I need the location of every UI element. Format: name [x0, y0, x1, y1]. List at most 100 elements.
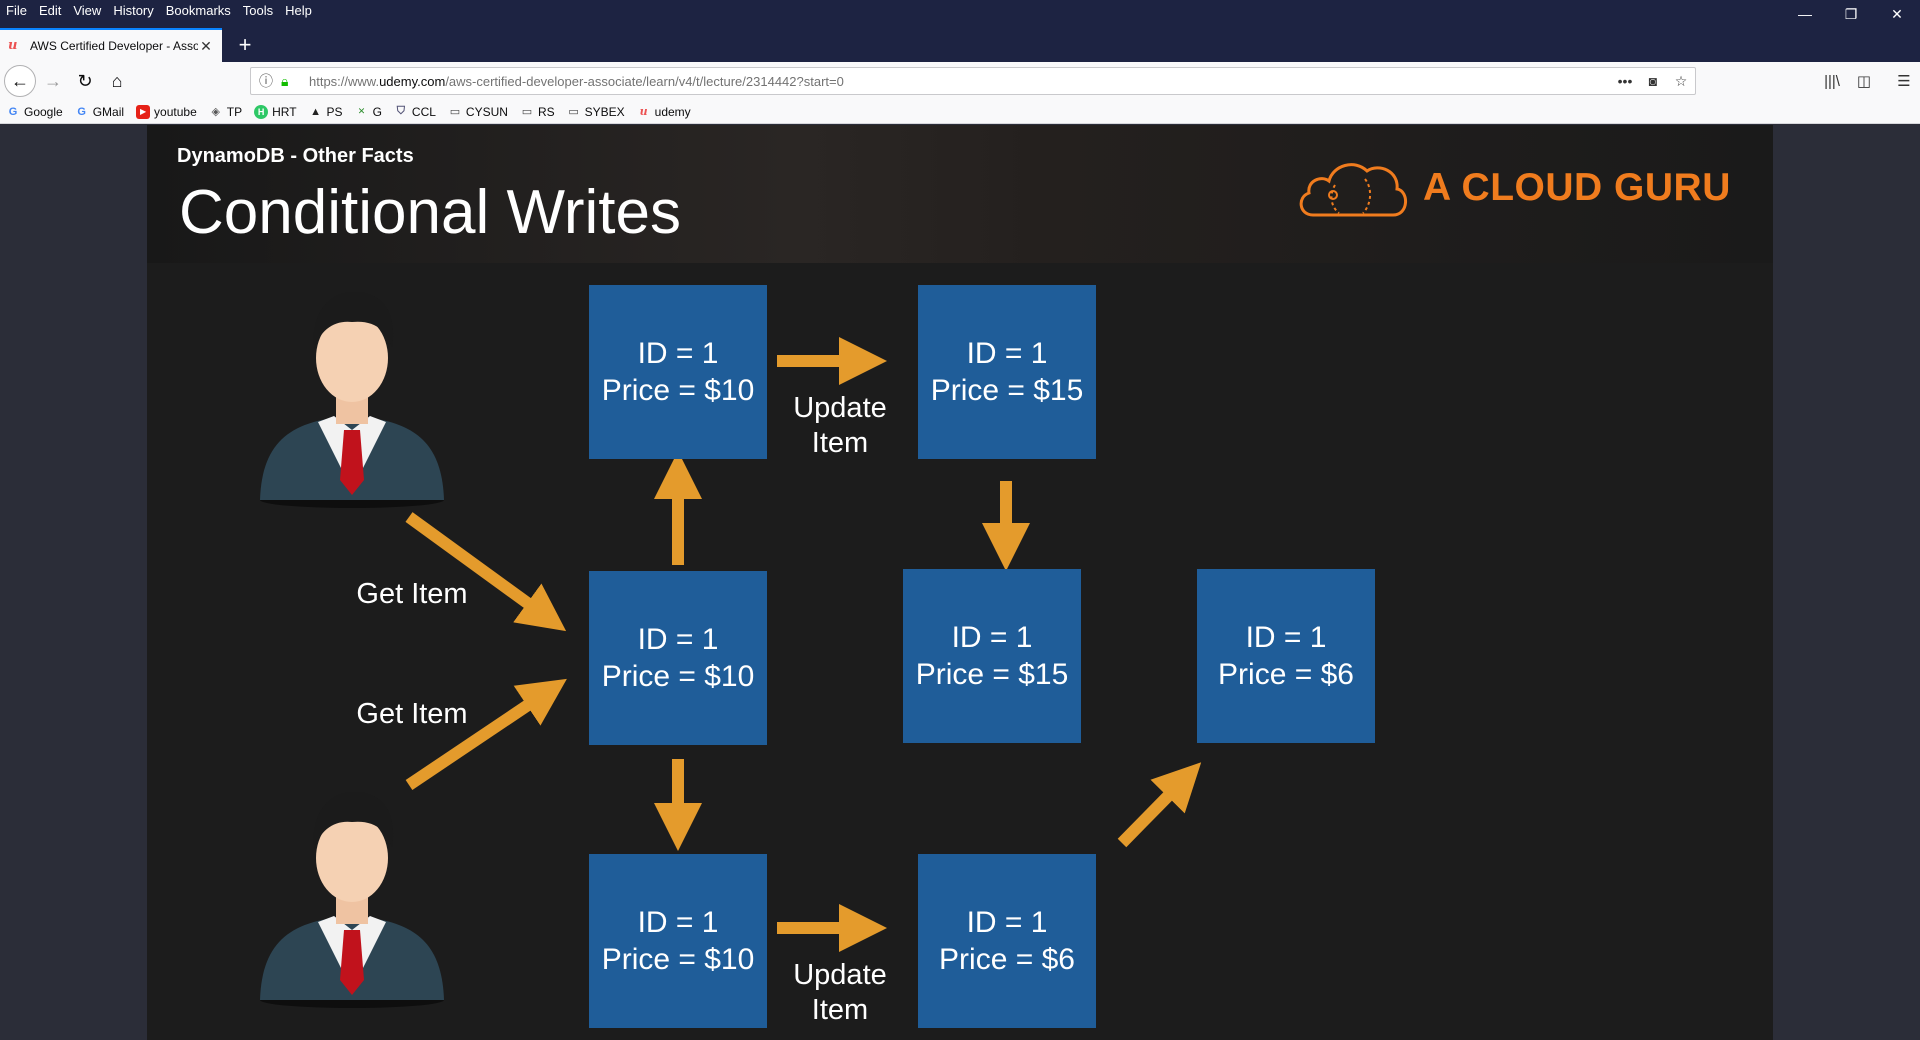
bookmark-label: TP: [226, 104, 243, 119]
item-price: Price = $10: [601, 660, 755, 693]
hamburger-menu-icon[interactable]: ☰: [1888, 66, 1920, 96]
udemy-icon: u: [8, 38, 18, 53]
youtube-icon: ▶: [136, 104, 151, 119]
g-icon: ✕: [357, 106, 366, 116]
update-label-line: Update: [793, 959, 887, 991]
menu-file[interactable]: File: [0, 0, 33, 22]
url-domain: udemy.com: [379, 73, 446, 89]
item-price: Price = $6: [939, 943, 1075, 976]
bookmark-rs[interactable]: ▭ RS: [514, 100, 561, 124]
menu-help[interactable]: Help: [279, 0, 318, 22]
page-actions-icon[interactable]: •••: [1611, 73, 1639, 89]
person-icon: [260, 291, 444, 508]
item-price: Price = $15: [915, 658, 1069, 691]
udemy-icon: u: [639, 105, 648, 118]
lock-icon: 🔒︎: [281, 72, 289, 89]
url-prefix: https://www.: [309, 73, 380, 89]
bookmark-udemy[interactable]: u udemy: [631, 100, 697, 124]
item-box-mid-center: ID = 1 Price = $15: [903, 569, 1081, 743]
bookmark-label: RS: [537, 104, 555, 119]
item-price: Price = $15: [930, 374, 1084, 407]
bookmark-hrt[interactable]: H HRT: [248, 100, 302, 124]
item-box-top-right: ID = 1 Price = $15: [918, 285, 1096, 459]
item-box-mid-right: ID = 1 Price = $6: [1197, 569, 1375, 743]
get-item-label-1: Get Item: [356, 578, 468, 610]
shield-icon: ⛉: [396, 105, 406, 117]
bookmark-label: CCL: [411, 104, 436, 119]
menu-edit[interactable]: Edit: [33, 0, 67, 22]
navigation-bar: ← → ↻ ⌂ ⓘ 🔒︎ https://www.udemy.com/aws-c…: [0, 62, 1920, 100]
url-bar[interactable]: ⓘ 🔒︎ https://www.udemy.com/aws-certified…: [250, 67, 1696, 95]
tab-active[interactable]: u AWS Certified Developer - Asso ✕: [0, 28, 222, 62]
item-box-bottom-right: ID = 1 Price = $6: [918, 854, 1096, 1028]
bookmark-label: youtube: [154, 104, 197, 119]
star-icon[interactable]: ☆: [1667, 73, 1695, 90]
menu-view[interactable]: View: [67, 0, 107, 22]
bookmark-google[interactable]: G Google: [0, 100, 69, 124]
menu-bar: File Edit View History Bookmarks Tools H…: [0, 0, 1920, 22]
update-item-label-1: Update Item: [785, 391, 895, 461]
item-id: ID = 1: [637, 906, 719, 939]
item-box-mid-left: ID = 1 Price = $10: [589, 571, 767, 745]
pocket-icon[interactable]: ◙: [1639, 73, 1667, 89]
get-item-label-2: Get Item: [356, 698, 468, 730]
item-id: ID = 1: [637, 623, 719, 656]
bookmarks-bar: G Google G GMail ▶ youtube ◈ TP H HRT ▲ PS ✕ G …: [0, 100, 1920, 124]
folder-icon: ▭: [568, 106, 579, 118]
reload-icon[interactable]: ↻: [70, 66, 100, 96]
home-icon[interactable]: ⌂: [102, 66, 132, 96]
library-icon[interactable]: |||\: [1816, 66, 1848, 96]
tab-strip: u AWS Certified Developer - Asso ✕ +: [0, 22, 1920, 62]
item-id: ID = 1: [637, 337, 719, 370]
menu-history[interactable]: History: [107, 0, 159, 22]
bookmark-g[interactable]: ✕ G: [349, 100, 388, 124]
bookmark-sybex[interactable]: ▭ SYBEX: [561, 100, 631, 124]
forward-icon[interactable]: →: [38, 66, 68, 96]
menu-tools[interactable]: Tools: [237, 0, 279, 22]
new-tab-icon[interactable]: +: [230, 30, 260, 60]
tab-close-icon[interactable]: ✕: [198, 38, 214, 55]
info-icon[interactable]: ⓘ: [259, 71, 281, 91]
menu-bookmarks[interactable]: Bookmarks: [160, 0, 237, 22]
toolbar-right: |||\ ◫ ☰: [1816, 66, 1920, 96]
person-icon: [260, 791, 444, 1008]
video-slide[interactable]: DynamoDB - Other Facts Conditional Write…: [147, 125, 1773, 1040]
arrow-diagonal-up: [1117, 762, 1202, 848]
tab-title: AWS Certified Developer - Asso: [30, 39, 198, 53]
bookmark-label: SYBEX: [584, 104, 625, 119]
url-path: /aws-certified-developer-associate/learn…: [445, 73, 844, 89]
update-label-line: Item: [811, 427, 869, 459]
item-box-bottom-left: ID = 1 Price = $10: [589, 854, 767, 1028]
sidebar-icon[interactable]: ◫: [1848, 66, 1880, 96]
item-box-top-left: ID = 1 Price = $10: [589, 285, 767, 459]
google-icon: G: [8, 105, 18, 118]
bookmark-ps[interactable]: ▲ PS: [303, 100, 349, 124]
bookmark-label: G: [372, 104, 382, 119]
bookmark-label: udemy: [654, 104, 691, 119]
item-price: Price = $10: [601, 943, 755, 976]
google-icon: G: [77, 105, 86, 118]
tp-icon: ◈: [211, 106, 220, 118]
update-label-line: Update: [793, 392, 887, 424]
back-icon[interactable]: ←: [4, 65, 36, 97]
bookmark-label: HRT: [272, 104, 297, 119]
item-id: ID = 1: [1245, 621, 1327, 654]
bookmark-label: GMail: [92, 104, 125, 119]
bookmark-cysun[interactable]: ▭ CYSUN: [442, 100, 514, 124]
page-content: DynamoDB - Other Facts Conditional Write…: [0, 125, 1920, 1040]
bookmark-ccl[interactable]: ⛉ CCL: [388, 100, 442, 124]
folder-icon: ▭: [449, 106, 461, 118]
item-price: Price = $10: [601, 374, 755, 407]
bookmark-youtube[interactable]: ▶ youtube: [130, 100, 203, 124]
bookmark-tp[interactable]: ◈ TP: [203, 100, 248, 124]
folder-icon: ▭: [521, 106, 533, 118]
hackerrank-icon: H: [254, 104, 269, 119]
bookmark-label: CYSUN: [465, 104, 508, 119]
ps-icon: ▲: [310, 105, 321, 118]
bookmark-label: Google: [24, 104, 63, 119]
bookmark-gmail[interactable]: G GMail: [69, 100, 130, 124]
item-id: ID = 1: [951, 621, 1033, 654]
update-label-line: Item: [811, 994, 869, 1026]
url-text[interactable]: https://www.udemy.com/aws-certified-deve…: [309, 74, 1611, 89]
item-id: ID = 1: [966, 906, 1048, 939]
